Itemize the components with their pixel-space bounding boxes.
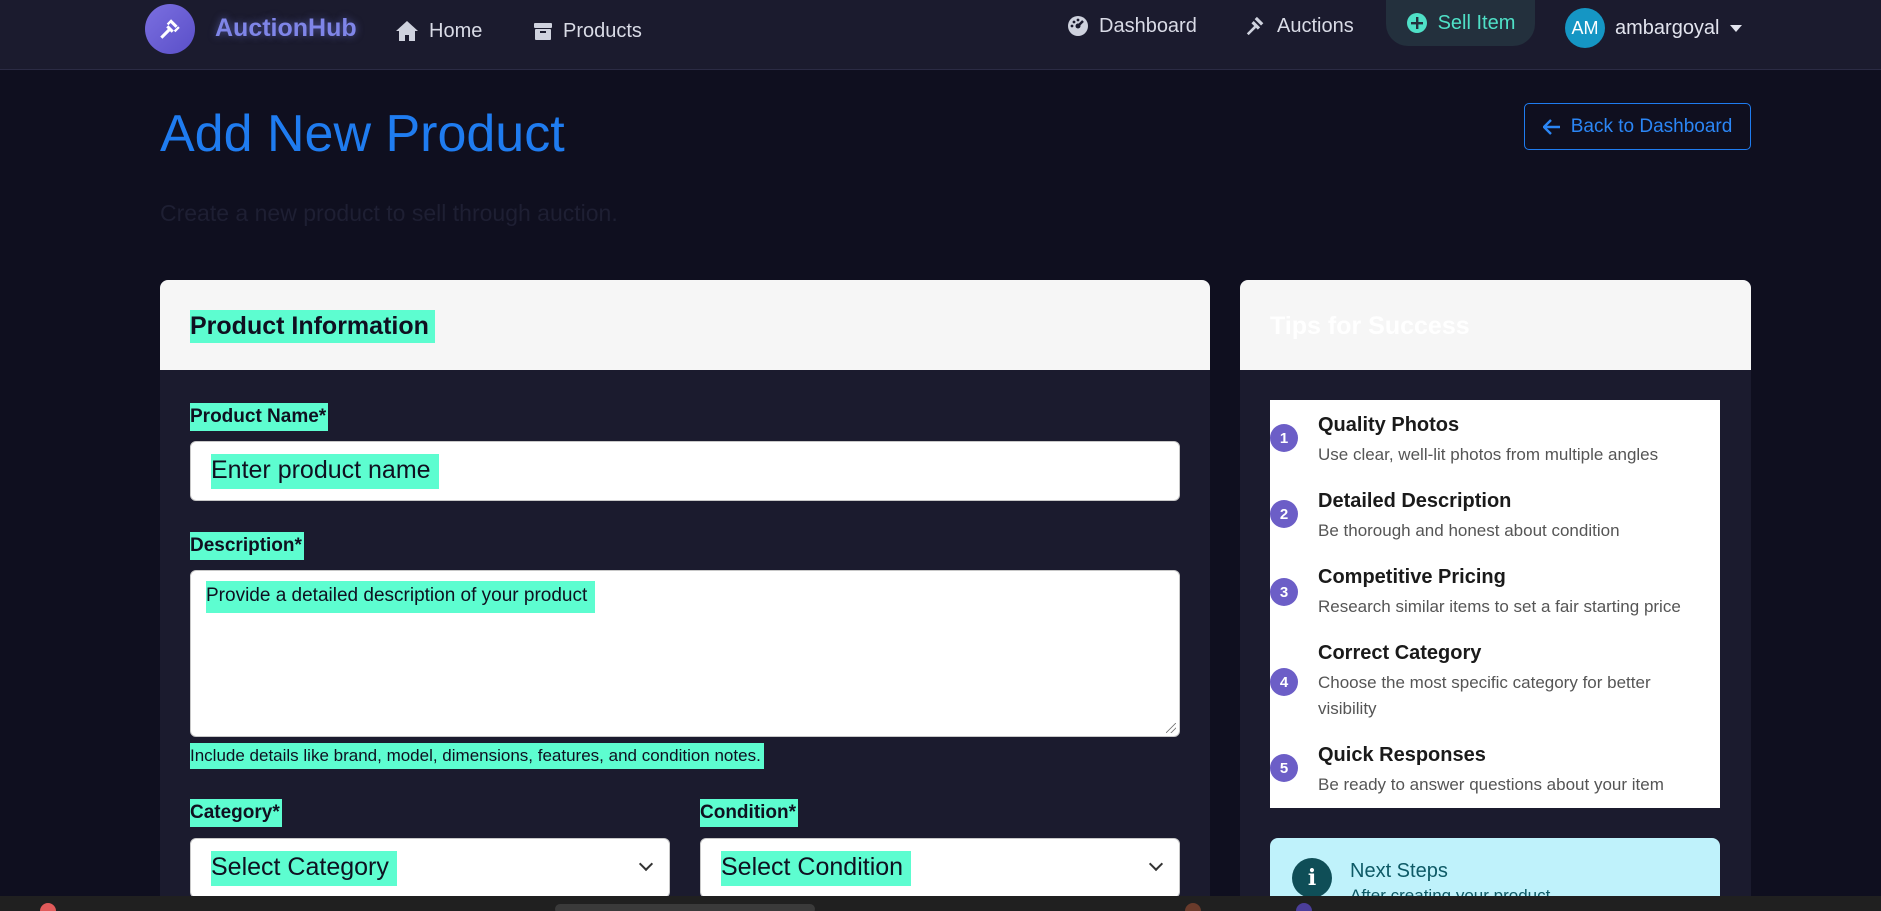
tip-title: Competitive Pricing [1318,566,1506,588]
nav-products[interactable]: Products [533,16,642,46]
top-navbar: AuctionHub Home Products Dashboard Aucti… [0,0,1881,70]
gavel-icon [1246,16,1264,36]
tip-description: Be thorough and honest about condition [1318,521,1620,540]
condition-value: Select Condition [721,851,912,886]
taskbar-app-icon[interactable] [1296,903,1312,911]
description-textarea[interactable]: Provide a detailed description of your p… [190,570,1180,737]
tip-description: Choose the most specific category for be… [1318,673,1651,718]
product-name-label: Product Name* [190,403,329,431]
product-name-input[interactable]: Enter product name [190,441,1180,501]
box-icon [534,23,552,40]
tip-item: 2 Detailed Description Be thorough and h… [1270,490,1720,550]
tip-item: 1 Quality Photos Use clear, well-lit pho… [1270,414,1720,474]
tips-card: Tips for Success 1 Quality Photos Use cl… [1240,280,1751,911]
tip-number-badge: 5 [1270,754,1298,782]
page-title: Add New Product [160,105,565,163]
info-icon: i [1292,858,1332,898]
tip-title: Quick Responses [1318,744,1486,766]
nav-home[interactable]: Home [395,16,482,46]
chevron-down-icon [1148,856,1164,872]
product-name-placeholder: Enter product name [211,454,439,489]
tip-number-badge: 1 [1270,424,1298,452]
taskbar-search[interactable] [555,904,815,911]
condition-select[interactable]: Select Condition [700,838,1180,898]
arrow-left-icon [1542,118,1560,135]
product-information-card: Product Information Product Name* Enter … [160,280,1210,911]
gauge-icon [1068,16,1088,36]
taskbar-app-icon[interactable] [1185,903,1201,911]
card-header: Product Information [160,280,1210,370]
nav-auctions-label: Auctions [1277,14,1354,37]
tip-title: Quality Photos [1318,414,1460,436]
plus-circle-icon [1406,13,1427,33]
tips-title: Tips for Success [1270,312,1470,340]
description-help-text: Include details like brand, model, dimen… [190,743,764,769]
tip-number-badge: 4 [1270,668,1298,696]
back-to-dashboard-label: Back to Dashboard [1570,115,1733,137]
tip-description: Research similar items to set a fair sta… [1318,597,1681,616]
caret-down-icon [1729,24,1742,32]
tip-item: 4 Correct Category Choose the most speci… [1270,642,1720,726]
description-label: Description* [190,532,304,560]
tip-title: Correct Category [1318,642,1482,664]
next-steps-title: Next Steps [1350,860,1448,882]
tip-number-badge: 2 [1270,500,1298,528]
tip-number-badge: 3 [1270,578,1298,606]
nav-dashboard[interactable]: Dashboard [1067,11,1197,41]
category-value: Select Category [211,851,397,886]
user-menu[interactable]: AM ambargoyal [1565,8,1742,48]
tips-list: 1 Quality Photos Use clear, well-lit pho… [1270,400,1720,808]
os-taskbar [0,896,1881,911]
tip-title: Detailed Description [1318,490,1512,512]
page-subtitle: Create a new product to sell through auc… [160,200,618,226]
nav-home-label: Home [429,19,483,42]
tip-item: 5 Quick Responses Be ready to answer que… [1270,744,1720,804]
tips-card-header: Tips for Success [1240,280,1751,370]
avatar: AM [1565,8,1605,48]
category-select[interactable]: Select Category [190,838,670,898]
description-placeholder: Provide a detailed description of your p… [206,581,596,613]
nav-products-label: Products [563,19,642,42]
resize-grip-icon[interactable] [1166,723,1176,733]
nav-auctions[interactable]: Auctions [1245,11,1354,41]
condition-label: Condition* [700,799,799,827]
card-title: Product Information [190,310,435,343]
tip-item: 3 Competitive Pricing Research similar i… [1270,566,1720,626]
nav-dashboard-label: Dashboard [1099,14,1197,37]
home-icon [396,21,418,41]
back-to-dashboard-button[interactable]: Back to Dashboard [1524,103,1751,150]
brand-name[interactable]: AuctionHub [215,14,357,43]
chevron-down-icon [638,856,654,872]
gavel-icon[interactable] [145,4,195,54]
tip-description: Be ready to answer questions about your … [1318,775,1664,794]
tip-description: Use clear, well-lit photos from multiple… [1318,445,1659,464]
nav-sell-item-button[interactable]: Sell Item [1386,0,1535,46]
user-name: ambargoyal [1615,16,1720,39]
taskbar-app-icon[interactable] [40,903,56,911]
category-label: Category* [190,799,282,827]
nav-sell-label: Sell Item [1437,11,1516,34]
